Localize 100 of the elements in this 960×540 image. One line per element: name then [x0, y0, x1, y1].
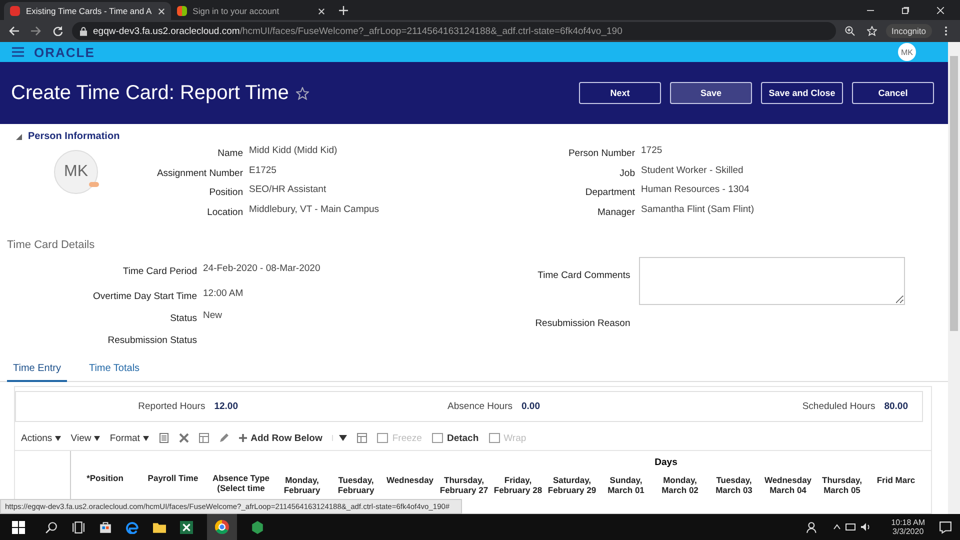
field-value: E1725	[249, 164, 278, 176]
summary-value: 80.00	[884, 401, 908, 412]
logo: ORACLE	[34, 44, 95, 60]
people-icon[interactable]	[806, 520, 820, 534]
section-title: Person Information	[28, 131, 120, 142]
header-button[interactable]: Save	[670, 82, 752, 104]
folder-icon[interactable]	[153, 520, 166, 534]
forward-icon[interactable]	[31, 26, 41, 36]
column-header[interactable]: Absence Type (Select time	[207, 473, 275, 493]
summary-label: Scheduled Hours	[802, 401, 876, 412]
comments-field[interactable]	[639, 257, 906, 305]
browser-tab[interactable]: Existing Time Cards - Time and A	[4, 2, 171, 20]
field-label: Person Number	[567, 147, 635, 159]
column-header[interactable]: Tuesday, February	[329, 475, 383, 495]
store-icon[interactable]	[99, 520, 112, 534]
column-header[interactable]: Monday, March 02	[653, 475, 707, 495]
close-icon[interactable]	[158, 8, 165, 14]
column-header[interactable]: Thursday, February 27	[437, 475, 491, 495]
column-header[interactable]: Wednesday	[383, 475, 437, 485]
field-label: Resubmission Reason	[534, 317, 630, 329]
hexagon-icon[interactable]	[251, 520, 264, 534]
column-header[interactable]: Sunday, March 01	[599, 475, 653, 495]
new-tab-icon[interactable]	[338, 6, 348, 14]
field-label: Manager	[596, 206, 635, 218]
list-icon[interactable]	[158, 433, 169, 443]
field-label: Job	[618, 166, 635, 178]
column-header[interactable]: Thursday, March 05	[815, 475, 869, 495]
field-value: 1725	[641, 145, 662, 156]
column-header[interactable]: Payroll Time	[139, 473, 207, 483]
close-icon[interactable]	[937, 6, 944, 14]
column-header[interactable]: Monday, February	[275, 475, 329, 495]
zoom-icon[interactable]	[844, 26, 854, 36]
search-icon[interactable]	[45, 520, 58, 534]
chrome-icon[interactable]	[215, 520, 229, 534]
column-group-header: Days	[654, 456, 678, 470]
toolbar-button[interactable]: Detach	[432, 432, 479, 444]
address-field[interactable]: egqw-dev3.fa.us2.oraclecloud.com/hcmUI/faces/FuseWelcome?_afrLoop=2114564163124188&_adf.ctrl-state=6fk4of4vo_190	[72, 22, 836, 40]
browser-icon[interactable]	[126, 520, 139, 534]
table-icon[interactable]	[198, 433, 209, 443]
menu-button[interactable]: Actions	[21, 432, 61, 444]
add-row-button[interactable]: Add Row Below	[238, 432, 322, 444]
header-button[interactable]: Save and Close	[761, 82, 843, 104]
column-header[interactable]: Frid Marc	[869, 475, 923, 485]
header-button[interactable]: Cancel	[852, 82, 934, 104]
browser-tab[interactable]: Sign in to your account	[170, 2, 331, 20]
delete-icon[interactable]	[178, 433, 189, 443]
tab[interactable]: Time Entry	[7, 363, 67, 382]
field-label: Name	[216, 147, 243, 159]
star-icon[interactable]	[866, 26, 876, 36]
lock-icon	[80, 26, 87, 36]
field-value: Midd Kidd (Midd Kid)	[249, 145, 338, 156]
tab[interactable]: Time Totals	[82, 363, 146, 380]
summary-label: Reported Hours	[138, 401, 206, 412]
column-header[interactable]: Saturday, February 29	[545, 475, 599, 495]
field-label: Position	[208, 186, 243, 198]
notification-icon[interactable]	[939, 520, 952, 534]
field-label: Time Card Comments	[536, 269, 630, 281]
start-icon[interactable]	[12, 520, 25, 534]
column-header[interactable]: Wednesday March 04	[761, 475, 815, 495]
site-icon	[10, 6, 20, 16]
scrollbar-thumb[interactable]	[950, 56, 958, 331]
pencil-icon[interactable]	[218, 433, 229, 443]
column-header[interactable]: Tuesday, March 03	[707, 475, 761, 495]
field-label: Time Card Period	[122, 265, 197, 277]
column-header[interactable]: *Position	[71, 473, 139, 483]
field-label: Resubmission Status	[106, 334, 197, 346]
task-view-icon[interactable]	[72, 520, 85, 534]
page-title: Create Time Card: Report Time	[11, 82, 289, 104]
incognito-badge[interactable]: Incognito	[886, 24, 932, 38]
field-value: Human Resources - 1304	[641, 184, 750, 195]
spreadsheet-icon[interactable]	[180, 520, 193, 534]
collapse-icon[interactable]	[16, 134, 22, 140]
field-label: Location	[206, 206, 243, 218]
close-icon[interactable]	[318, 8, 325, 14]
menu-icon[interactable]	[12, 47, 24, 57]
field-label: Status	[169, 312, 197, 324]
summary-value: 12.00	[214, 401, 238, 412]
field-value: 24-Feb-2020 - 08-Mar-2020	[203, 263, 320, 274]
reload-icon[interactable]	[53, 26, 63, 36]
menu-button[interactable]: Format	[110, 432, 149, 444]
clock[interactable]: 10:18 AM 3/3/2020	[891, 518, 925, 536]
menu-button[interactable]: View	[70, 432, 100, 444]
field-value: New	[203, 310, 222, 321]
star-icon[interactable]	[296, 86, 309, 100]
field-value: Middlebury, VT - Main Campus	[249, 204, 380, 214]
restore-icon[interactable]	[902, 6, 909, 14]
column-header[interactable]: Friday, February 28	[491, 475, 545, 495]
summary-label: Absence Hours	[448, 401, 512, 412]
field-label: Department	[584, 186, 635, 198]
header-button[interactable]: Next	[579, 82, 661, 104]
avatar: MK	[54, 150, 98, 194]
field-value: SEO/HR Assistant	[249, 184, 328, 195]
back-icon[interactable]	[9, 26, 19, 36]
table-icon[interactable]	[357, 433, 368, 443]
field-value: Student Worker - Skilled	[641, 164, 744, 176]
dropdown-icon[interactable]	[332, 435, 348, 441]
field-value: Samantha Flint (Sam Flint)	[641, 204, 754, 214]
avatar[interactable]: MK	[898, 43, 916, 61]
summary-value: 0.00	[522, 401, 540, 412]
plus-icon	[238, 434, 247, 442]
